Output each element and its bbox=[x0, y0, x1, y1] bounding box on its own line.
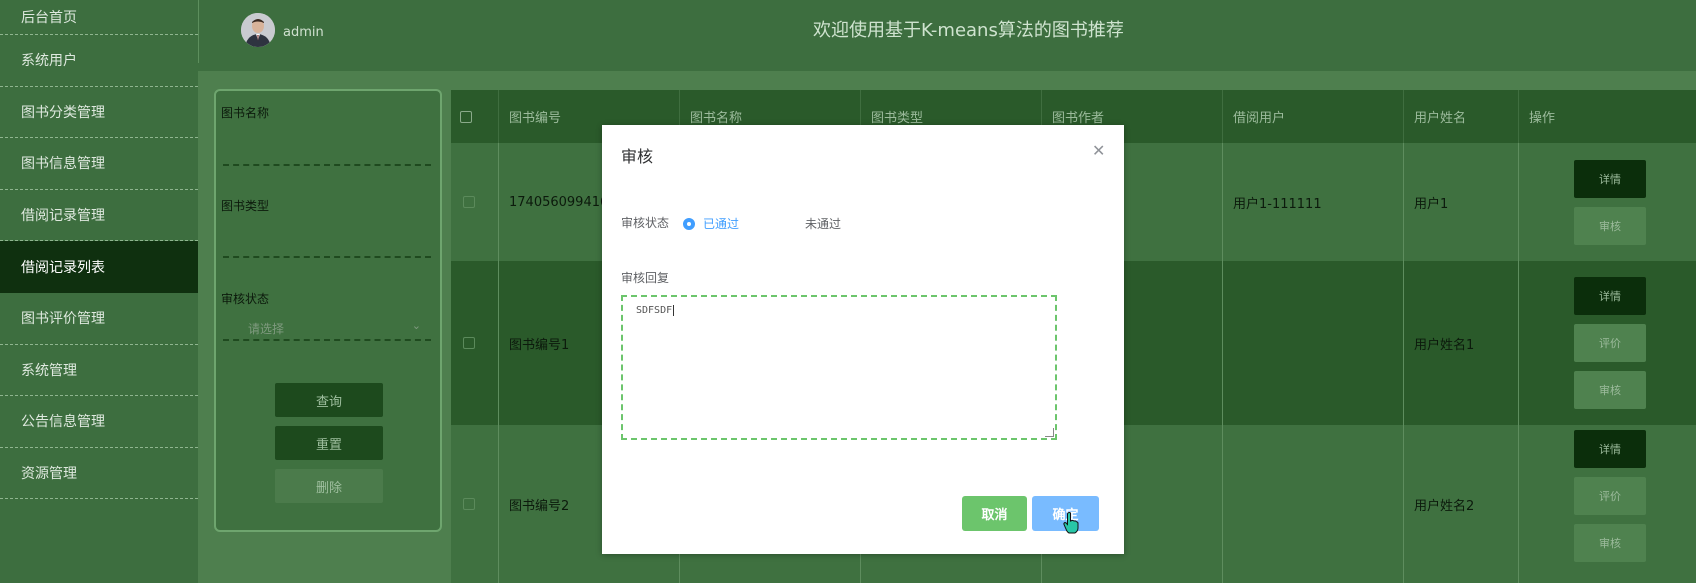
audit-reply-label: 审核回复 bbox=[621, 271, 670, 285]
audit-reply-textarea[interactable]: SDFSDF bbox=[621, 295, 1057, 440]
resize-handle-icon[interactable] bbox=[1045, 428, 1054, 437]
audit-dialog: 审核 ✕ 审核状态 已通过 未通过 审核回复 SDFSDF 取消 确定 bbox=[602, 125, 1124, 554]
cancel-button[interactable]: 取消 bbox=[962, 496, 1027, 531]
radio-failed[interactable]: 未通过 bbox=[805, 215, 841, 232]
radio-passed[interactable]: 已通过 bbox=[683, 215, 739, 232]
text-caret bbox=[673, 305, 675, 316]
close-icon[interactable]: ✕ bbox=[1092, 141, 1105, 160]
radio-failed-label: 未通过 bbox=[805, 217, 842, 231]
hand-pointer-icon bbox=[1063, 512, 1079, 534]
radio-checked-icon bbox=[683, 217, 695, 230]
audit-status-label: 审核状态 bbox=[621, 216, 670, 230]
dialog-title: 审核 bbox=[621, 147, 654, 166]
audit-reply-value: SDFSDF bbox=[636, 305, 673, 316]
radio-passed-label: 已通过 bbox=[703, 217, 740, 231]
